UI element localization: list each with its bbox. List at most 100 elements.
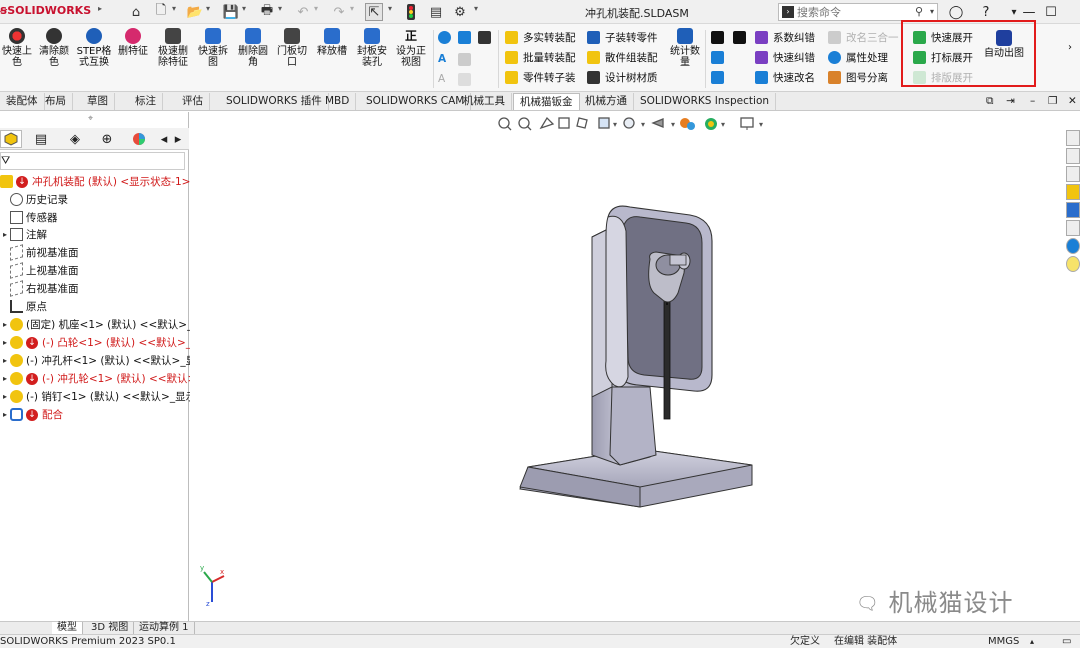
tab-sheetmetal-cat[interactable]: 机械猫钣金: [513, 93, 580, 110]
maximize-icon[interactable]: ☐: [1040, 2, 1062, 22]
tree-item-right-plane[interactable]: 右视基准面: [0, 280, 79, 297]
file-explorer-icon[interactable]: [1066, 166, 1080, 182]
tab-sketch[interactable]: 草图: [81, 93, 115, 110]
comment-icon[interactable]: ▭: [1062, 635, 1071, 648]
appearance-icon[interactable]: [1066, 202, 1080, 218]
auto-drawing-button[interactable]: 自动出图: [984, 28, 1024, 90]
step-convert-button[interactable]: STEP格式互换: [75, 28, 113, 90]
tab-mbd[interactable]: MBD: [319, 93, 357, 110]
user-icon[interactable]: ◯: [945, 2, 967, 22]
expand-arrow-icon[interactable]: ▸: [0, 392, 10, 401]
search-icon[interactable]: ⚲: [915, 5, 923, 18]
info-icon[interactable]: [438, 28, 456, 46]
gear-icon[interactable]: ⚙: [451, 3, 469, 21]
delete-feature-button[interactable]: 删特征: [114, 28, 152, 90]
tab-mechanical-tube[interactable]: 机械方通: [579, 93, 634, 110]
tab-solidworks-cam[interactable]: SOLIDWORKS CAM: [360, 93, 472, 110]
subassembly-to-part-button[interactable]: 子装转零件: [587, 28, 658, 46]
expand-arrow-icon[interactable]: ▸: [0, 338, 10, 347]
count-quantity-button[interactable]: 统计数量: [668, 28, 702, 90]
rename-three-in-one-button[interactable]: 改名三合一: [828, 28, 899, 46]
select-cursor-icon[interactable]: ⇱: [365, 3, 383, 21]
help-icon[interactable]: ?: [975, 2, 997, 22]
expand-arrow-icon[interactable]: ▸: [0, 410, 10, 419]
print-icon[interactable]: 🖶: [258, 3, 276, 21]
chevron-down-icon[interactable]: ▾: [206, 4, 210, 13]
chevron-left-icon[interactable]: ◂: [158, 130, 170, 148]
chevron-down-icon[interactable]: ▾: [474, 4, 478, 13]
chevron-right-icon[interactable]: ›: [1068, 38, 1072, 56]
tab-layout[interactable]: 布局: [39, 93, 73, 110]
chevron-right-icon[interactable]: ▸: [172, 130, 184, 148]
table-icon[interactable]: [711, 68, 729, 86]
tree-item-top-plane[interactable]: 上视基准面: [0, 262, 79, 279]
new-document-icon[interactable]: 🗋: [152, 3, 170, 21]
tab-annotation[interactable]: 标注: [129, 93, 163, 110]
heads-up-view-toolbar[interactable]: ▾ ▾ ▾ ▾ ▾: [495, 114, 785, 134]
tree-item-sensors[interactable]: 传感器: [0, 209, 58, 226]
file-properties-icon[interactable]: ▤: [427, 3, 445, 21]
tree-root-assembly[interactable]: ↓ 冲孔机装配 (默认) <显示状态-1>: [0, 173, 190, 190]
tree-item-origin[interactable]: 原点: [0, 298, 47, 315]
tab-mechanical-tools[interactable]: 机械工具: [457, 93, 512, 110]
quick-color-button[interactable]: 快速上色: [0, 28, 34, 90]
panel-grip-icon[interactable]: ⌖: [88, 114, 93, 124]
dimxpert-tab-icon[interactable]: ⊕: [96, 130, 118, 148]
undo-icon[interactable]: ↶: [294, 3, 312, 21]
tree-item-front-plane[interactable]: 前视基准面: [0, 244, 79, 261]
quick-rename-button[interactable]: 快速改名: [755, 68, 815, 86]
expand-arrow-icon[interactable]: ▸: [0, 374, 10, 383]
normal-view-button[interactable]: 正 设为正视图: [392, 28, 430, 90]
filter-icon[interactable]: ⛛: [1, 154, 10, 168]
assembly-model-3d[interactable]: [500, 197, 765, 537]
panel-expand-icon[interactable]: ⇥: [1000, 93, 1021, 110]
expand-arrow-icon[interactable]: ▸: [0, 230, 10, 239]
open-folder-icon[interactable]: 📂: [186, 3, 204, 21]
globe-icon[interactable]: [1066, 238, 1080, 254]
layout-unfold-button[interactable]: 排版展开: [913, 68, 973, 86]
tree-item-component[interactable]: ▸ (固定) 机座<1> (默认) <<默认>_显: [0, 316, 203, 333]
split-drawing-button[interactable]: 快速拆图: [194, 28, 232, 90]
multi-body-to-assembly-button[interactable]: 多实转装配: [505, 28, 576, 46]
minimize-icon[interactable]: –: [1024, 93, 1041, 110]
close-icon[interactable]: ✕: [1062, 93, 1080, 110]
batch-to-assembly-button[interactable]: 批量转装配: [505, 48, 576, 66]
align-icon[interactable]: [458, 28, 476, 46]
fast-delete-feature-button[interactable]: 极速删除特征: [154, 28, 192, 90]
tab-assembly[interactable]: 装配体: [0, 93, 45, 110]
property-manager-tab-icon[interactable]: ▤: [30, 130, 52, 148]
table-icon[interactable]: [711, 48, 729, 66]
text-disabled-icon[interactable]: A: [438, 70, 445, 88]
align-disabled-icon[interactable]: [458, 50, 476, 68]
traffic-light-icon[interactable]: [402, 3, 420, 21]
clear-color-button[interactable]: 清除颜色: [35, 28, 73, 90]
tree-filter[interactable]: ⛛: [0, 152, 185, 170]
frame-disabled-icon[interactable]: [458, 70, 476, 88]
tree-item-component[interactable]: ▸ (-) 销钉<1> (默认) <<默认>_显示: [0, 388, 196, 405]
chevron-down-icon[interactable]: ▾: [930, 7, 934, 16]
chevron-down-icon[interactable]: ▾: [278, 4, 282, 13]
relief-slot-button[interactable]: 释放槽: [313, 28, 351, 90]
tree-material-button[interactable]: 设计树材质: [587, 68, 658, 86]
tree-item-component[interactable]: ▸ (-) 冲孔杆<1> (默认) <<默认>_显示: [0, 352, 207, 369]
chevron-up-icon[interactable]: ▴: [1030, 635, 1034, 648]
tab-solidworks-addins[interactable]: SOLIDWORKS 插件: [220, 93, 329, 110]
expand-arrow-icon[interactable]: ▸: [0, 356, 10, 365]
menu-chevron-icon[interactable]: ▸: [98, 4, 102, 13]
solidworks-logo[interactable]: ꞨSOLIDWORKS: [0, 4, 91, 17]
tree-item-mates[interactable]: ▸ ↓ 配合: [0, 406, 63, 423]
minimize-icon[interactable]: —: [1018, 2, 1040, 22]
search-input[interactable]: [797, 5, 907, 19]
save-icon[interactable]: 💾: [222, 3, 240, 21]
tab-solidworks-inspection[interactable]: SOLIDWORKS Inspection: [634, 93, 777, 110]
part-to-subassembly-button[interactable]: 零件转子装: [505, 68, 576, 86]
chevron-down-icon[interactable]: ▾: [172, 4, 176, 13]
bulb-icon[interactable]: [1066, 256, 1080, 272]
tree-item-component[interactable]: ▸ ↓ (-) 凸轮<1> (默认) <<默认>_显: [0, 334, 202, 351]
chevron-down-icon[interactable]: ▾: [242, 4, 246, 13]
home-icon[interactable]: [1066, 130, 1080, 146]
quick-fix-button[interactable]: 快速纠错: [755, 48, 815, 66]
chevron-down-icon[interactable]: ▾: [314, 4, 318, 13]
property-processing-button[interactable]: 属性处理: [828, 48, 888, 66]
delete-fillet-button[interactable]: 删除圆角: [234, 28, 272, 90]
